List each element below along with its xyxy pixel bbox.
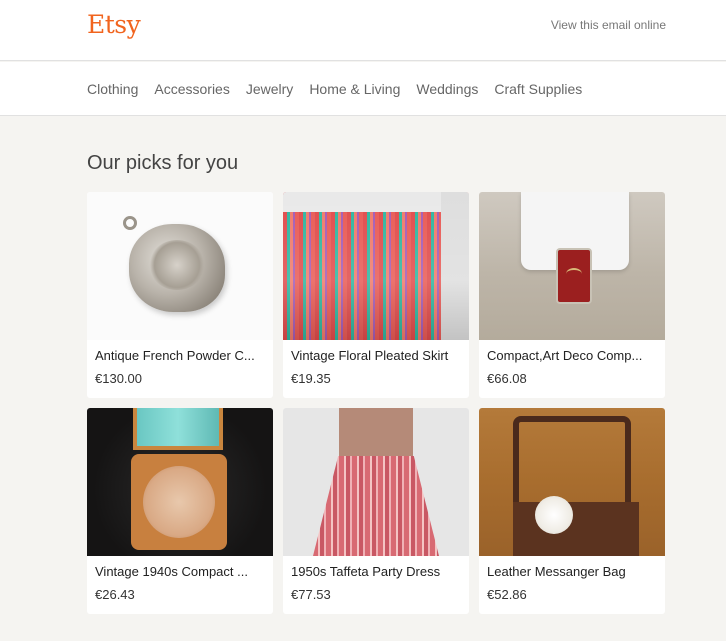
email-header: Etsy View this email online (0, 0, 726, 61)
nav-item-jewelry[interactable]: Jewelry (246, 81, 293, 97)
nav-item-weddings[interactable]: Weddings (416, 81, 478, 97)
nav-item-home-living[interactable]: Home & Living (309, 81, 400, 97)
etsy-logo[interactable]: Etsy (87, 10, 141, 39)
product-card[interactable]: Vintage 1940s Compact ... €26.43 (87, 408, 273, 614)
product-card[interactable]: 1950s Taffeta Party Dress €77.53 (283, 408, 469, 614)
product-image[interactable] (283, 408, 469, 556)
product-title[interactable]: Vintage 1940s Compact ... (87, 564, 273, 579)
product-card[interactable]: Antique French Powder C... €130.00 (87, 192, 273, 398)
category-nav: Clothing Accessories Jewelry Home & Livi… (0, 62, 726, 116)
product-title[interactable]: 1950s Taffeta Party Dress (283, 564, 469, 579)
product-image[interactable] (283, 192, 469, 340)
product-price: €26.43 (95, 587, 135, 602)
product-image[interactable] (87, 192, 273, 340)
product-image[interactable] (479, 408, 665, 556)
nav-item-clothing[interactable]: Clothing (87, 81, 138, 97)
product-card[interactable]: Vintage Floral Pleated Skirt €19.35 (283, 192, 469, 398)
product-title[interactable]: Vintage Floral Pleated Skirt (283, 348, 469, 363)
section-title: Our picks for you (87, 152, 239, 174)
product-title[interactable]: Antique French Powder C... (87, 348, 273, 363)
product-price: €77.53 (291, 587, 331, 602)
product-price: €66.08 (487, 371, 527, 386)
product-title[interactable]: Compact,Art Deco Comp... (479, 348, 665, 363)
product-title[interactable]: Leather Messanger Bag (479, 564, 665, 579)
product-image[interactable] (87, 408, 273, 556)
nav-item-accessories[interactable]: Accessories (154, 81, 229, 97)
view-email-online-link[interactable]: View this email online (551, 18, 666, 32)
product-price: €19.35 (291, 371, 331, 386)
product-image[interactable] (479, 192, 665, 340)
product-grid: Antique French Powder C... €130.00 Vinta… (87, 192, 665, 614)
nav-item-craft-supplies[interactable]: Craft Supplies (494, 81, 582, 97)
product-price: €130.00 (95, 371, 142, 386)
product-card[interactable]: Compact,Art Deco Comp... €66.08 (479, 192, 665, 398)
product-price: €52.86 (487, 587, 527, 602)
product-card[interactable]: Leather Messanger Bag €52.86 (479, 408, 665, 614)
